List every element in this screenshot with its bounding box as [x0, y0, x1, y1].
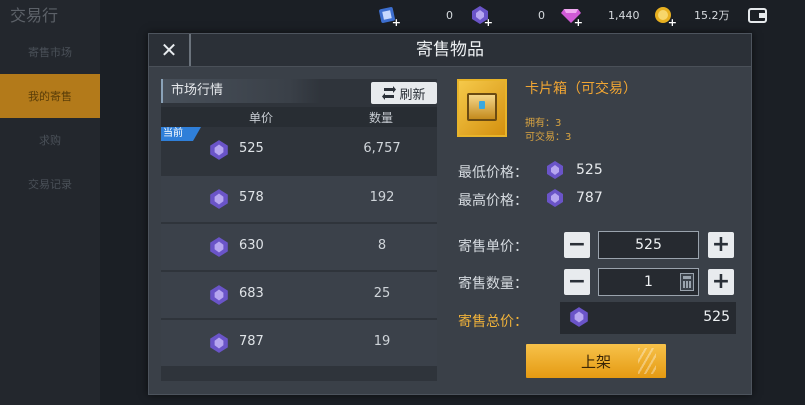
row-price: 578	[239, 190, 264, 205]
item-tradable: 可交易：3	[525, 132, 572, 143]
crystal-icon	[210, 140, 228, 160]
price-plus-button[interactable]: +	[708, 232, 734, 258]
refresh-button[interactable]: 刷新	[371, 82, 437, 104]
ticket-currency[interactable]: +	[378, 4, 401, 28]
ticket-icon: +	[378, 5, 401, 28]
crystal-icon	[210, 237, 228, 257]
gold-currency[interactable]: +	[654, 4, 677, 28]
refresh-icon	[382, 86, 397, 100]
row-price: 787	[239, 334, 264, 349]
calculator-icon[interactable]	[680, 273, 694, 291]
unit-price-label: 寄售单价：	[458, 239, 528, 255]
market-panel: 市场行情 刷新 单价 数量 当前 525 6,757 578 192 630 8…	[161, 79, 437, 381]
currency-bar: + 0 + 0 + 1,440 + 15.2万	[360, 0, 805, 30]
item-name: 卡片箱（可交易）	[525, 81, 637, 97]
quantity-label: 寄售数量：	[458, 276, 528, 292]
close-button[interactable]: ✕	[149, 34, 191, 66]
row-price: 683	[239, 286, 264, 301]
market-row[interactable]: 578 192	[161, 176, 437, 222]
column-quantity: 数量	[368, 111, 393, 125]
total-price-value: 525	[703, 309, 730, 325]
background-sidebar-item-active: 我的寄售	[0, 74, 100, 118]
refresh-label: 刷新	[399, 87, 426, 103]
row-quantity: 8	[377, 238, 387, 253]
max-price-label: 最高价格：	[458, 193, 528, 209]
current-badge: 当前	[161, 127, 201, 141]
gold-count: 15.2万	[694, 9, 730, 22]
row-quantity: 6,757	[363, 141, 401, 156]
crystal-icon	[547, 189, 563, 207]
row-price: 630	[239, 238, 264, 253]
dialog-header: 寄售物品 ✕	[149, 34, 751, 67]
row-quantity: 192	[369, 190, 395, 205]
list-item-button[interactable]: 上架	[526, 344, 666, 378]
gold-coin-icon: +	[654, 5, 677, 28]
row-quantity: 25	[373, 286, 391, 301]
total-price-box: 525	[560, 302, 736, 334]
market-label: 市场行情	[161, 79, 321, 103]
quantity-value: 1	[644, 274, 653, 290]
wallet-icon[interactable]	[748, 4, 768, 26]
row-price: 525	[239, 141, 264, 156]
dialog-title: 寄售物品	[416, 40, 484, 60]
market-columns: 单价 数量	[161, 107, 437, 127]
crystal-icon	[547, 161, 563, 179]
min-price-label: 最低价格：	[458, 165, 528, 181]
max-price-value: 787	[576, 190, 603, 206]
row-quantity: 19	[373, 334, 391, 349]
treasure-box-icon	[467, 93, 497, 121]
crystal-currency[interactable]: +	[470, 4, 493, 28]
list-item-button-label: 上架	[580, 352, 611, 371]
quantity-input[interactable]: 1	[598, 268, 699, 296]
quantity-minus-button[interactable]: −	[564, 269, 590, 295]
card-box-item-icon	[457, 79, 507, 137]
quantity-plus-button[interactable]: +	[708, 269, 734, 295]
market-row[interactable]: 630 8	[161, 224, 437, 270]
diamond-count: 1,440	[608, 8, 640, 22]
crystal-icon	[210, 189, 228, 209]
crystal-icon	[210, 285, 228, 305]
diamond-currency[interactable]: +	[560, 4, 583, 28]
crystal-icon	[210, 333, 228, 353]
close-icon: ✕	[160, 38, 178, 62]
crystal-icon	[570, 307, 588, 327]
market-row[interactable]: 787 19	[161, 320, 437, 366]
crystal-count: 0	[538, 8, 545, 22]
item-owned: 拥有：3	[525, 118, 562, 129]
unit-price-input[interactable]: 525	[598, 231, 699, 259]
diamond-icon: +	[560, 5, 583, 28]
background-sidebar: 交易行 寄售市场 我的寄售 求购 交易记录	[0, 0, 100, 405]
consign-dialog: 寄售物品 ✕ 市场行情 刷新 单价 数量 当前 525 6,757 578 19…	[148, 33, 752, 395]
market-row[interactable]: 683 25	[161, 272, 437, 318]
background-title: 交易行	[10, 6, 59, 25]
total-price-label: 寄售总价：	[458, 314, 528, 330]
price-minus-button[interactable]: −	[564, 232, 590, 258]
market-row-current[interactable]: 当前 525 6,757	[161, 127, 437, 173]
background-sidebar-item: 交易记录	[28, 178, 72, 191]
crystal-icon: +	[470, 5, 493, 28]
column-price: 单价	[248, 111, 273, 125]
min-price-value: 525	[576, 162, 603, 178]
background-sidebar-item: 寄售市场	[28, 46, 72, 59]
background-sidebar-item: 求购	[39, 134, 61, 147]
ticket-count: 0	[446, 8, 453, 22]
